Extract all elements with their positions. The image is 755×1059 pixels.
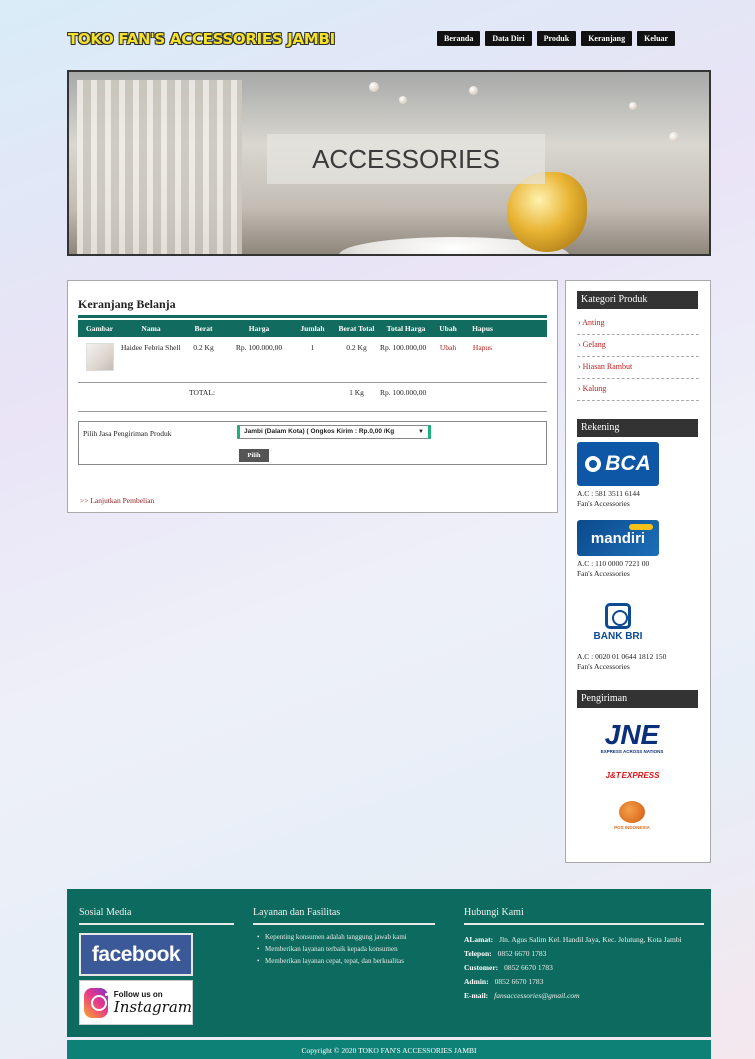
product-total-price: Rp. 100.000,00 [380, 343, 427, 352]
cart-panel: Keranjang Belanja Gambar Nama Berat Harg… [67, 280, 558, 513]
category-title: Kategori Produk [577, 291, 698, 309]
total-price: Rp. 100.000,00 [380, 388, 427, 397]
mandiri-account: A.C : 110 0000 7221 00 Fan's Accessories [577, 559, 650, 578]
category-item-anting[interactable]: › Anting [577, 313, 699, 335]
social-media-title: Sosial Media [79, 907, 132, 918]
shipping-box: Pilih Jasa Pengiriman Produk Jambi (Dala… [78, 421, 547, 465]
category-item-gelang[interactable]: › Gelang [577, 335, 699, 357]
list-item: Kepenting konsumen adalah tanggung jawab… [257, 933, 440, 942]
banner-title: ACCESSORIES [267, 134, 545, 184]
col-jumlah: Jumlah [300, 324, 325, 333]
sidebar: Kategori Produk › Anting › Gelang › Hias… [565, 280, 711, 863]
contact-phone: 0852 6670 1783 [497, 949, 547, 958]
col-total-harga: Total Harga [386, 324, 426, 333]
choose-button[interactable]: Pilih [239, 449, 269, 462]
chevron-down-icon: ▼ [418, 429, 424, 435]
gold-bird-decoration [507, 172, 587, 252]
bri-account: A.C : 0020 01 0644 1812 150 Fan's Access… [577, 652, 667, 671]
shipping-label: Pilih Jasa Pengiriman Produk [83, 429, 172, 438]
contact-address: Jln. Agus Salim Kel. Handil Jaya, Kec. J… [499, 935, 682, 944]
copyright-bar: Copyright © 2020 TOKO FAN'S ACCESSORIES … [67, 1040, 711, 1059]
top-navigation: Beranda Data Diri Produk Keranjang Kelua… [437, 31, 676, 46]
bead-decoration [629, 102, 637, 110]
col-hapus: Hapus [472, 324, 493, 333]
bead-decoration [369, 82, 379, 92]
product-thumbnail[interactable] [85, 343, 114, 371]
category-item-kalung[interactable]: › Kalung [577, 379, 699, 401]
services-list: Kepenting konsumen adalah tanggung jawab… [257, 933, 440, 969]
col-gambar: Gambar [85, 324, 114, 333]
bca-account: A.C : 581 3511 6144 Fan's Accessories [577, 489, 640, 508]
delete-link[interactable]: Hapus [464, 343, 501, 376]
col-berat: Berat [194, 324, 213, 333]
instagram-icon [84, 987, 108, 1018]
col-berat-total: Berat Total [338, 324, 375, 333]
category-item-hiasan-rambut[interactable]: › Hiasan Rambut [577, 357, 699, 379]
instagram-wordmark: Instagram [113, 998, 192, 1016]
nav-keluar[interactable]: Keluar [637, 31, 676, 46]
birdcage-decoration [77, 80, 242, 254]
total-label: TOTAL: [189, 388, 215, 397]
nav-produk[interactable]: Produk [536, 31, 577, 46]
bead-decoration [669, 132, 679, 142]
bca-logo: BCA [577, 442, 659, 486]
contact-admin: 0852 6670 1783 [494, 977, 544, 986]
bead-decoration [469, 86, 478, 95]
jne-logo: JNE EXPRESS ACROSS NATIONS [600, 719, 664, 755]
shipping-title: Pengiriman [577, 690, 698, 708]
product-price: Rp. 100.000,00 [235, 343, 283, 352]
site-footer: Sosial Media facebook Follow us on Insta… [67, 889, 711, 1037]
nav-data-diri[interactable]: Data Diri [485, 31, 532, 46]
total-weight: 1 Kg [349, 388, 364, 397]
edit-link[interactable]: Ubah [432, 343, 464, 376]
list-item: Memberikan layanan cepat, tepat, dan ber… [257, 957, 440, 966]
pos-indonesia-logo: POS INDONESIA [597, 794, 667, 836]
hero-banner: ACCESSORIES [67, 70, 711, 256]
shipping-selected-value: Jambi (Dalam Kota) ( Ongkos Kirim : Rp.0… [244, 428, 395, 435]
contact-info: ALamat: Jln. Agus Salim Kel. Handil Jaya,… [464, 935, 682, 1000]
nav-keranjang[interactable]: Keranjang [581, 31, 633, 46]
services-title: Layanan dan Fasilitas [253, 907, 341, 918]
continue-shopping-link[interactable]: >> Lanjutkan Pembelian [80, 496, 154, 505]
list-item: Memberikan layanan terbaik kepada konsum… [257, 945, 440, 954]
col-ubah: Ubah [439, 324, 457, 333]
facebook-button[interactable]: facebook [79, 933, 193, 976]
product-weight: 0.2 Kg [193, 343, 214, 352]
jt-express-logo: J&T EXPRESS [605, 770, 660, 780]
site-logo[interactable]: TOKO FAN'S ACCESSORIES JAMBI [68, 30, 335, 48]
product-name: Haidee Febria Shell [121, 343, 181, 352]
table-row: Haidee Febria Shell 0.2 Kg Rp. 100.000,0… [78, 337, 547, 383]
contact-customer: 0852 6670 1783 [504, 963, 553, 972]
bead-decoration [399, 96, 407, 104]
product-qty: 1 [310, 343, 315, 352]
mandiri-logo: mandiri [577, 520, 659, 556]
shipping-select[interactable]: Jambi (Dalam Kota) ( Ongkos Kirim : Rp.0… [237, 425, 431, 439]
divider [253, 923, 435, 925]
cart-title: Keranjang Belanja [78, 297, 547, 318]
cart-total-row: TOTAL: 1 Kg Rp. 100.000,00 [78, 383, 547, 412]
bri-logo: BANK BRI [577, 597, 659, 647]
contact-email[interactable]: fansaccessories@gmail.com [494, 991, 579, 1000]
contact-title: Hubungi Kami [464, 907, 524, 918]
divider [79, 923, 234, 925]
nav-beranda[interactable]: Beranda [437, 31, 481, 46]
cart-table-header: Gambar Nama Berat Harga Jumlah Berat Tot… [78, 320, 547, 337]
divider [464, 923, 704, 925]
col-harga: Harga [248, 324, 270, 333]
product-total-weight: 0.2 Kg [346, 343, 367, 352]
instagram-button[interactable]: Follow us on Instagram [79, 980, 193, 1025]
col-nama: Nama [141, 324, 161, 333]
account-title: Rekening [577, 419, 698, 437]
